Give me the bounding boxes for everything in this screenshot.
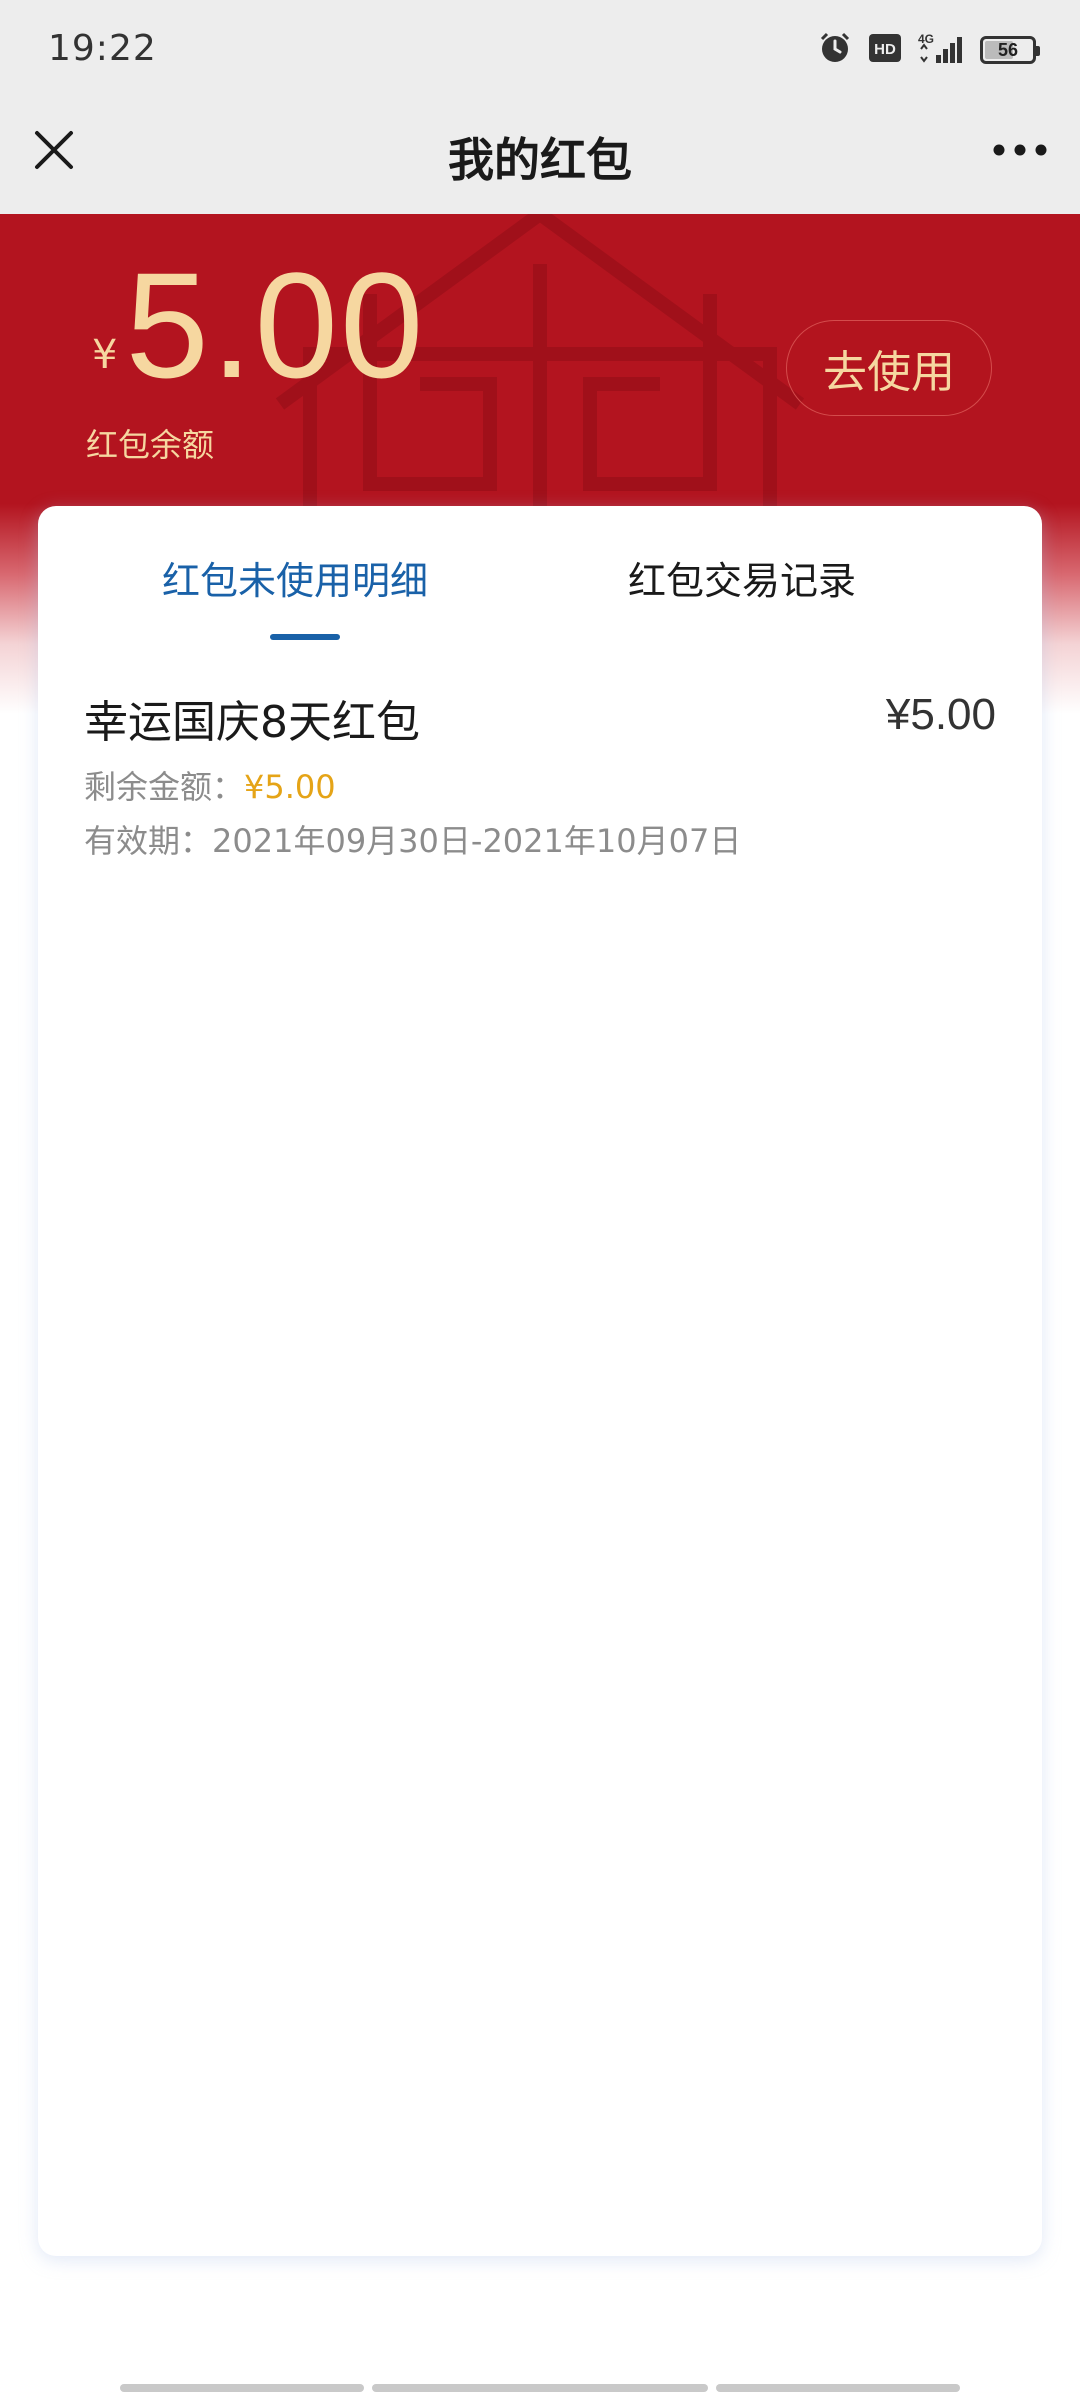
validity-label: 有效期： [84,822,213,860]
balance-amount: ¥ 5.00 [92,250,425,400]
item-remaining: 剩余金额：¥5.00 [84,762,336,808]
use-button[interactable]: 去使用 [786,320,992,416]
battery-icon: 56 [980,36,1040,64]
navigation-bar: 我的红包 [0,100,1080,214]
item-title: 幸运国庆8天红包 [84,697,420,748]
tab-transaction-records[interactable]: 红包交易记录 [628,550,856,610]
gesture-bar-right[interactable] [716,2384,960,2392]
svg-text:HD: HD [874,41,896,58]
status-time: 19:22 [48,28,157,69]
gesture-bar-center[interactable] [372,2384,708,2392]
svg-text:4G: 4G [918,32,934,46]
tab-active-indicator [270,634,340,640]
item-validity: 有效期：2021年09月30日-2021年10月07日 [84,816,741,862]
tab-unused-details[interactable]: 红包未使用明细 [162,550,428,610]
remaining-label: 剩余金额： [84,768,245,806]
list-item[interactable]: 幸运国庆8天红包 ¥5.00 剩余金额：¥5.00 有效期：2021年09月30… [84,686,996,886]
status-bar: 19:22 HD 4G 56 [0,0,1080,100]
more-button[interactable] [984,126,1056,174]
page-title: 我的红包 [448,133,632,187]
tab-bar: 红包未使用明细 红包交易记录 [38,506,1042,646]
remaining-value: ¥5.00 [244,768,336,806]
alarm-icon [818,31,852,69]
more-icon [993,144,1047,156]
gesture-bar-left[interactable] [120,2384,364,2392]
validity-value: 2021年09月30日-2021年10月07日 [212,822,742,860]
currency-symbol: ¥ [92,332,118,378]
top-bar: 19:22 HD 4G 56 我的红包 [0,0,1080,214]
balance-label: 红包余额 [86,426,215,464]
details-card: 红包未使用明细 红包交易记录 幸运国庆8天红包 ¥5.00 剩余金额：¥5.00… [38,506,1042,2256]
hd-icon: HD [868,33,902,67]
item-amount: ¥5.00 [885,690,996,739]
status-icons: HD 4G 56 [818,30,1040,70]
battery-level: 56 [997,39,1019,60]
4g-signal-icon: 4G [918,31,964,69]
balance-value: 5.00 [125,241,426,409]
